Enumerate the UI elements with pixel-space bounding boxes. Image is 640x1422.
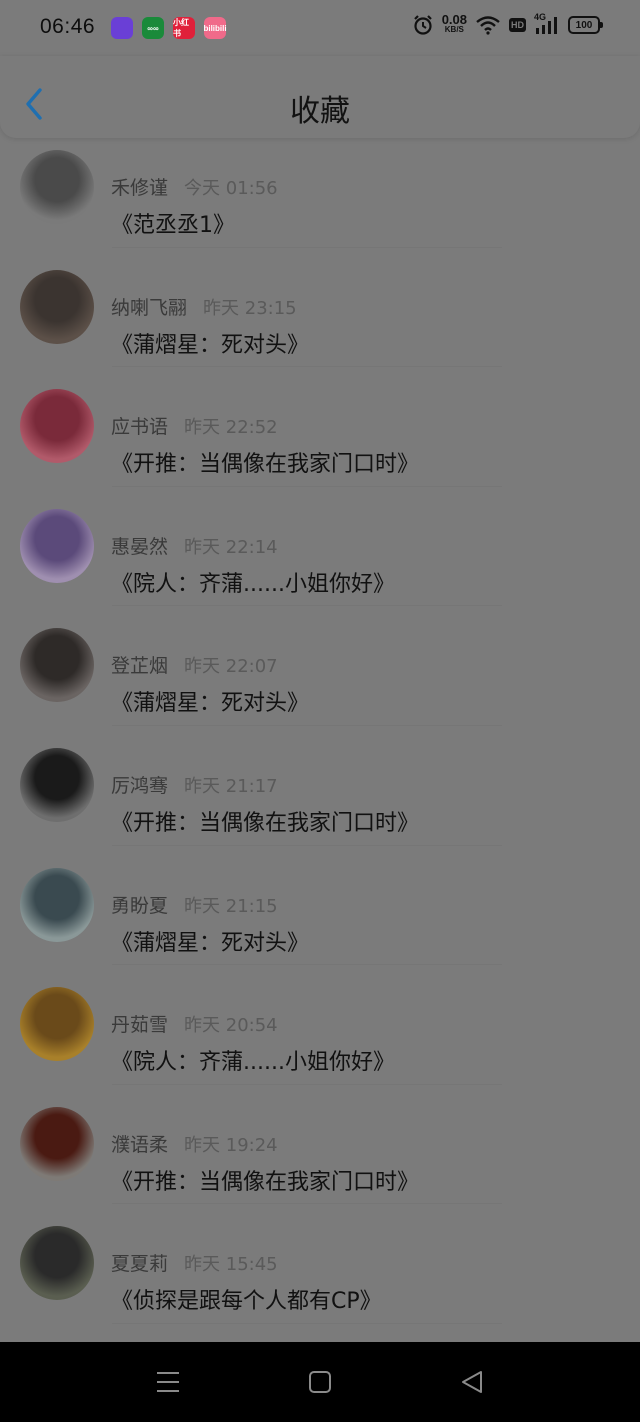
app-icon-purple <box>111 17 133 39</box>
timestamp: 今天 01:56 <box>184 178 278 199</box>
avatar[interactable] <box>20 389 94 464</box>
back-nav-button[interactable] <box>456 1368 488 1396</box>
status-bar: 06:46 ∞∞ 小红书 bilibili 0.08 KB/S HD 4G 10… <box>0 0 640 56</box>
avatar[interactable] <box>20 987 94 1062</box>
menu-nav-button[interactable] <box>152 1368 184 1396</box>
battery-level: 100 <box>575 19 593 31</box>
user-name[interactable]: 厉鸿骞 <box>111 775 168 797</box>
favorite-title[interactable]: 《开推：当偶像在我家门口时》 <box>111 452 419 478</box>
user-name[interactable]: 濮语柔 <box>111 1134 168 1156</box>
user-name[interactable]: 丹茹雪 <box>111 1014 168 1036</box>
avatar[interactable] <box>20 1226 94 1301</box>
app-icon-label: ∞∞ <box>147 23 159 33</box>
favorite-title[interactable]: 《院人：齐蒲......小姐你好》 <box>111 1050 395 1076</box>
list-item[interactable]: 勇盼夏 昨天 21:15 《蒲熠星：死对头》 <box>0 846 640 966</box>
user-name[interactable]: 禾修谨 <box>111 177 168 199</box>
user-name[interactable]: 勇盼夏 <box>111 895 168 917</box>
network-speed-unit: KB/S <box>444 25 464 34</box>
favorite-title[interactable]: 《开推：当偶像在我家门口时》 <box>111 811 419 837</box>
app-icon-green: ∞∞ <box>142 17 164 39</box>
network-speed: 0.08 KB/S <box>441 12 467 35</box>
list-item[interactable]: 纳喇飞翮 昨天 23:15 《蒲熠星：死对头》 <box>0 248 640 368</box>
item-header: 惠晏然 昨天 22:14 <box>111 535 278 560</box>
list-item[interactable]: 登芷烟 昨天 22:07 《蒲熠星：死对头》 <box>0 606 640 726</box>
list-item[interactable]: 应书语 昨天 22:52 《开推：当偶像在我家门口时》 <box>0 367 640 487</box>
home-square-icon <box>309 1371 331 1393</box>
timestamp: 昨天 20:54 <box>184 1015 278 1037</box>
user-name[interactable]: 登芷烟 <box>111 655 168 677</box>
wifi-icon <box>476 16 500 35</box>
user-name[interactable]: 纳喇飞翮 <box>111 297 187 319</box>
item-header: 夏夏莉 昨天 15:45 <box>111 1252 278 1277</box>
avatar[interactable] <box>20 269 94 344</box>
app-icon-label: bilibili <box>203 23 227 33</box>
avatar[interactable] <box>20 628 94 703</box>
user-name[interactable]: 惠晏然 <box>111 536 168 558</box>
system-nav-bar <box>0 1342 640 1422</box>
timestamp: 昨天 19:24 <box>184 1134 278 1156</box>
battery-icon: 100 <box>568 16 603 34</box>
list-item[interactable]: 濮语柔 昨天 19:24 《开推：当偶像在我家门口时》 <box>0 1085 640 1205</box>
item-header: 登芷烟 昨天 22:07 <box>111 654 278 679</box>
avatar[interactable] <box>20 867 94 942</box>
avatar[interactable] <box>20 150 94 224</box>
list-item[interactable]: 丹茹雪 昨天 20:54 《院人：齐蒲......小姐你好》 <box>0 965 640 1085</box>
signal-icon: 4G <box>534 12 560 36</box>
alarm-icon <box>413 15 432 35</box>
favorite-title[interactable]: 《范丞丞1》 <box>111 213 235 239</box>
timestamp: 昨天 15:45 <box>184 1254 278 1276</box>
item-header: 丹茹雪 昨天 20:54 <box>111 1013 278 1038</box>
item-header: 应书语 昨天 22:52 <box>111 415 278 440</box>
timestamp: 昨天 23:15 <box>203 297 297 319</box>
user-name[interactable]: 应书语 <box>111 416 168 438</box>
home-nav-button[interactable] <box>304 1368 336 1396</box>
favorite-title[interactable]: 《蒲熠星：死对头》 <box>111 931 309 957</box>
divider <box>112 1322 502 1324</box>
hd-badge: HD <box>509 18 526 32</box>
timestamp: 昨天 22:14 <box>184 536 278 558</box>
notification-app-icons: ∞∞ 小红书 bilibili <box>111 17 227 39</box>
app-icon-pink: bilibili <box>203 17 227 39</box>
app-icon-red: 小红书 <box>173 17 195 39</box>
timestamp: 昨天 21:17 <box>184 775 278 797</box>
status-time: 06:46 <box>40 15 96 38</box>
favorite-title[interactable]: 《侦探是跟每个人都有CP》 <box>111 1289 382 1315</box>
timestamp: 昨天 22:07 <box>184 656 278 678</box>
favorite-title[interactable]: 《开推：当偶像在我家门口时》 <box>111 1170 419 1196</box>
item-header: 纳喇飞翮 昨天 23:15 <box>111 296 297 321</box>
network-speed-value: 0.08 <box>441 12 467 27</box>
user-name[interactable]: 夏夏莉 <box>111 1253 168 1275</box>
list-item[interactable]: 厉鸿骞 昨天 21:17 《开推：当偶像在我家门口时》 <box>0 726 640 846</box>
avatar[interactable] <box>20 1106 94 1181</box>
menu-icon <box>157 1372 179 1392</box>
timestamp: 昨天 22:52 <box>184 417 278 439</box>
favorite-title[interactable]: 《蒲熠星：死对头》 <box>111 333 309 359</box>
triangle-back-icon <box>462 1371 482 1393</box>
item-header: 厉鸿骞 昨天 21:17 <box>111 774 278 799</box>
status-indicators: 0.08 KB/S HD 4G 100 <box>412 12 603 36</box>
app-icon-label: 小红书 <box>173 18 189 38</box>
item-header: 勇盼夏 昨天 21:15 <box>111 894 278 919</box>
top-app-bar: 收藏 <box>0 56 640 138</box>
favorite-title[interactable]: 《蒲熠星：死对头》 <box>111 691 309 717</box>
list-item[interactable]: 惠晏然 昨天 22:14 《院人：齐蒲......小姐你好》 <box>0 487 640 607</box>
list-item[interactable]: 禾修谨 今天 01:56 《范丞丞1》 <box>0 128 640 248</box>
avatar[interactable] <box>20 508 94 583</box>
item-header: 禾修谨 今天 01:56 <box>111 176 278 201</box>
list-item[interactable]: 夏夏莉 昨天 15:45 《侦探是跟每个人都有CP》 <box>0 1204 640 1324</box>
item-header: 濮语柔 昨天 19:24 <box>111 1133 278 1158</box>
favorites-list: 禾修谨 今天 01:56 《范丞丞1》 纳喇飞翮 昨天 23:15 《蒲熠星：死对头》 应书… <box>0 128 640 1324</box>
timestamp: 昨天 21:15 <box>184 895 278 917</box>
favorite-title[interactable]: 《院人：齐蒲......小姐你好》 <box>111 572 395 598</box>
avatar[interactable] <box>20 747 94 822</box>
page-title: 收藏 <box>290 94 350 129</box>
